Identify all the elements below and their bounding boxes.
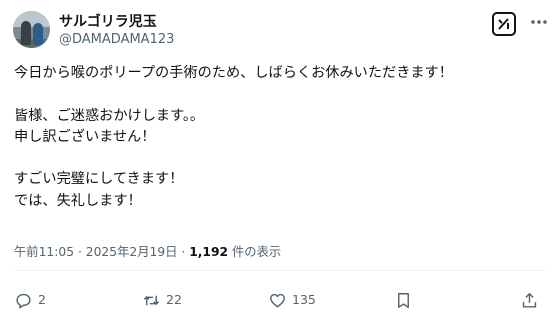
- post-text: 今日から喉のポリープの手術のため、しばらくお休みいただきます！ 皆様、ご迷惑おか…: [14, 65, 453, 209]
- author-handle[interactable]: @DAMADAMA123: [59, 32, 174, 48]
- repost-count: 22: [166, 292, 182, 307]
- views-label[interactable]: 件の表示: [228, 245, 281, 259]
- share-icon: [522, 292, 537, 308]
- avatar-figure: [21, 21, 31, 45]
- divider: [14, 270, 545, 271]
- reply-icon: [16, 293, 31, 308]
- views-count[interactable]: 1,192: [189, 245, 228, 259]
- post-date[interactable]: 2025年2月19日: [86, 245, 178, 259]
- author-display-name[interactable]: サルゴリラ児玉: [59, 13, 157, 31]
- like-count: 135: [292, 292, 316, 307]
- post-meta: 午前11:05 · 2025年2月19日 · 1,192 件の表示: [14, 244, 281, 260]
- avatar-figure: [33, 23, 43, 45]
- post-card: サルゴリラ児玉 @DAMADAMA123 今日から喉のポリープの手術のため、しば…: [0, 0, 559, 317]
- reply-count: 2: [38, 292, 46, 307]
- avatar[interactable]: [13, 11, 50, 48]
- meta-separator: ·: [74, 245, 86, 259]
- bookmark-button[interactable]: [394, 290, 413, 310]
- grok-icon[interactable]: [492, 12, 516, 36]
- heart-icon: [270, 293, 285, 308]
- share-button[interactable]: [520, 290, 539, 310]
- reply-button[interactable]: 2: [14, 290, 46, 310]
- repost-button[interactable]: 22: [142, 290, 182, 310]
- meta-separator: ·: [177, 245, 190, 259]
- like-button[interactable]: 135: [268, 290, 316, 310]
- more-options-icon[interactable]: [528, 11, 550, 33]
- repost-icon: [143, 295, 160, 305]
- avatar-background: [13, 11, 50, 27]
- avatar-ground: [13, 39, 50, 48]
- post-time[interactable]: 午前11:05: [14, 245, 74, 259]
- bookmark-icon: [398, 292, 409, 308]
